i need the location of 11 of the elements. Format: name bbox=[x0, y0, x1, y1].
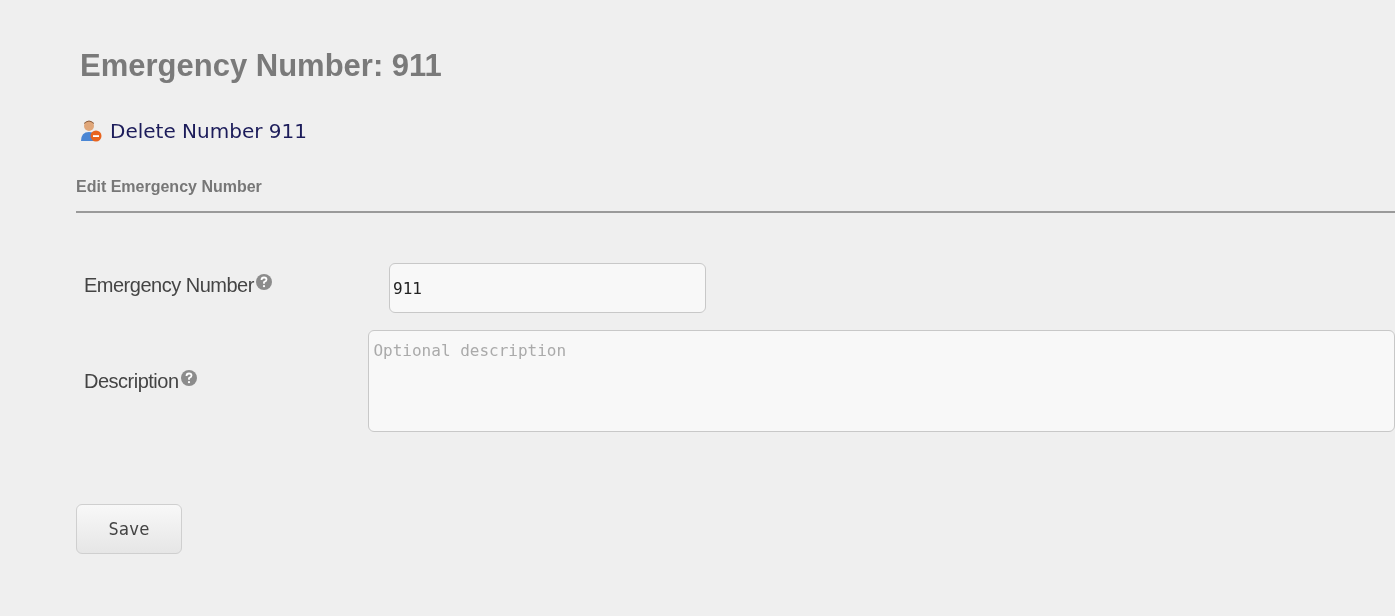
delete-link[interactable]: Delete Number 911 bbox=[110, 119, 307, 143]
section-title: Edit Emergency Number bbox=[76, 177, 263, 197]
number-input[interactable]: 911 bbox=[389, 263, 706, 313]
field-label: Description bbox=[84, 369, 179, 393]
help-icon[interactable] bbox=[255, 274, 272, 290]
field-label: Emergency Number bbox=[84, 274, 254, 297]
save-button[interactable]: Save bbox=[76, 504, 182, 554]
help-icon[interactable] bbox=[180, 369, 197, 386]
user-remove-icon bbox=[80, 120, 102, 142]
page-title: Emergency Number: 911 bbox=[80, 47, 443, 85]
description-textarea[interactable]: Optional description bbox=[368, 330, 1395, 432]
